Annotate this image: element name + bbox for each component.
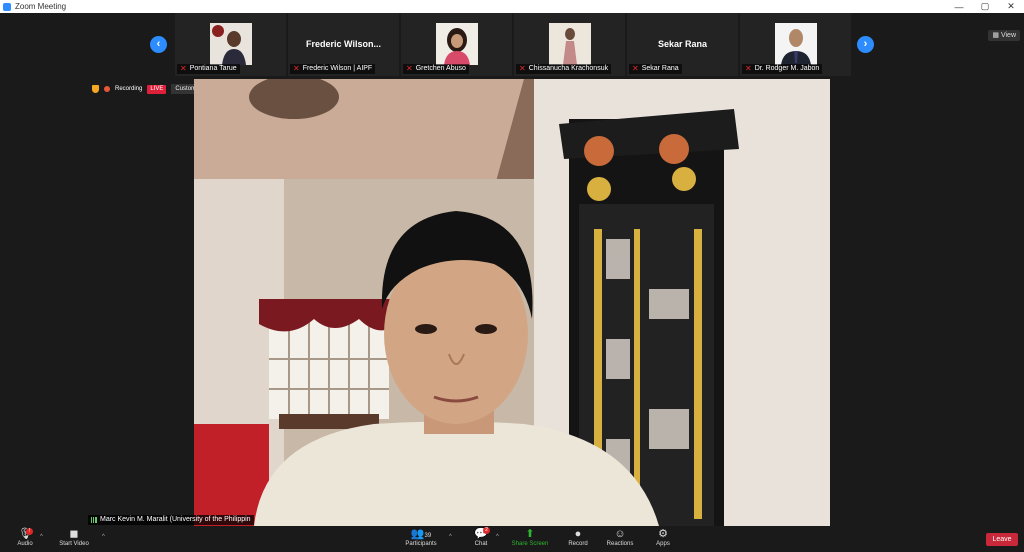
recording-icon <box>104 86 110 92</box>
gallery-prev-button[interactable]: ‹ <box>150 36 167 53</box>
participants-icon: 👥39 <box>410 528 432 540</box>
mic-muted-icon: ✕ <box>632 64 639 73</box>
speaker-name-tag: Marc Kevin M. Maralit (University of the… <box>88 515 254 525</box>
participant-tile[interactable]: ✕ Gretchen Abuso <box>401 13 512 76</box>
mic-muted-icon: ✕ <box>519 64 526 73</box>
maximize-button[interactable]: ▢ <box>972 0 998 13</box>
participant-name-large: Sekar Rana <box>657 39 708 49</box>
participant-photo <box>549 23 591 65</box>
gallery-strip: ‹ ✕ Pontiana Tarue Frederic Wilson... ✕ … <box>0 13 1024 79</box>
participant-label: ✕ Sekar Rana <box>629 64 682 74</box>
shield-icon[interactable] <box>92 85 99 93</box>
participant-photo <box>436 23 478 65</box>
live-badge: LIVE <box>147 84 167 94</box>
participant-label: ✕ Gretchen Abuso <box>403 64 469 74</box>
mic-muted-icon: ✕ <box>406 64 413 73</box>
window-titlebar: Zoom Meeting — ▢ ✕ <box>0 0 1024 13</box>
participant-label: ✕ Frederic Wilson | AIPF <box>290 64 376 74</box>
chat-options-caret[interactable]: ^ <box>496 534 499 540</box>
mic-muted-icon: ✕ <box>180 64 187 73</box>
leave-button[interactable]: Leave <box>986 533 1018 546</box>
participant-tile[interactable]: ✕ Pontiana Tarue <box>175 13 286 76</box>
gallery-next-button[interactable]: › <box>857 36 874 53</box>
window-controls: — ▢ ✕ <box>946 0 1024 13</box>
close-button[interactable]: ✕ <box>998 0 1024 13</box>
main-video[interactable] <box>194 79 830 526</box>
meeting-toolbar: 🎙 Audio ! ^ ◼ Start Video ^ 👥39 Particip… <box>0 526 1024 552</box>
chat-unread-badge: 2 <box>483 527 490 534</box>
window-title: Zoom Meeting <box>15 2 67 11</box>
participant-tile[interactable]: Frederic Wilson... ✕ Frederic Wilson | A… <box>288 13 399 76</box>
participant-tile[interactable]: Sekar Rana ✕ Sekar Rana <box>627 13 738 76</box>
minimize-button[interactable]: — <box>946 0 972 13</box>
audio-alert-badge: ! <box>26 528 33 535</box>
zoom-logo-icon <box>3 2 11 11</box>
participant-tile[interactable]: ✕ Dr. Rodger M. Jabon <box>740 13 851 76</box>
audio-options-caret[interactable]: ^ <box>40 534 43 540</box>
mic-muted-icon: ✕ <box>293 64 300 73</box>
participant-name-large: Frederic Wilson... <box>306 39 381 49</box>
recording-label: Recording <box>115 86 143 92</box>
participant-photo <box>210 23 252 65</box>
view-button[interactable]: ▦ View <box>988 30 1020 41</box>
apps-icon: ⚙ <box>658 528 668 540</box>
participant-tile[interactable]: ✕ Chissanucha Krachonsuk <box>514 13 625 76</box>
signal-strength-icon <box>91 517 97 523</box>
video-options-caret[interactable]: ^ <box>102 534 105 540</box>
participant-photo <box>775 23 817 65</box>
apps-button[interactable]: ⚙ Apps <box>633 527 693 551</box>
participant-label: ✕ Dr. Rodger M. Jabon <box>742 64 823 74</box>
speaker-video-frame <box>194 79 830 526</box>
grid-icon: ▦ <box>992 32 1001 39</box>
video-off-icon: ◼ <box>69 528 79 540</box>
start-video-button[interactable]: ◼ Start Video <box>44 527 104 551</box>
participant-label: ✕ Chissanucha Krachonsuk <box>516 64 612 74</box>
participants-button[interactable]: 👥39 Participants <box>391 527 451 551</box>
mic-muted-icon: ✕ <box>745 64 752 73</box>
participant-label: ✕ Pontiana Tarue <box>177 64 240 74</box>
